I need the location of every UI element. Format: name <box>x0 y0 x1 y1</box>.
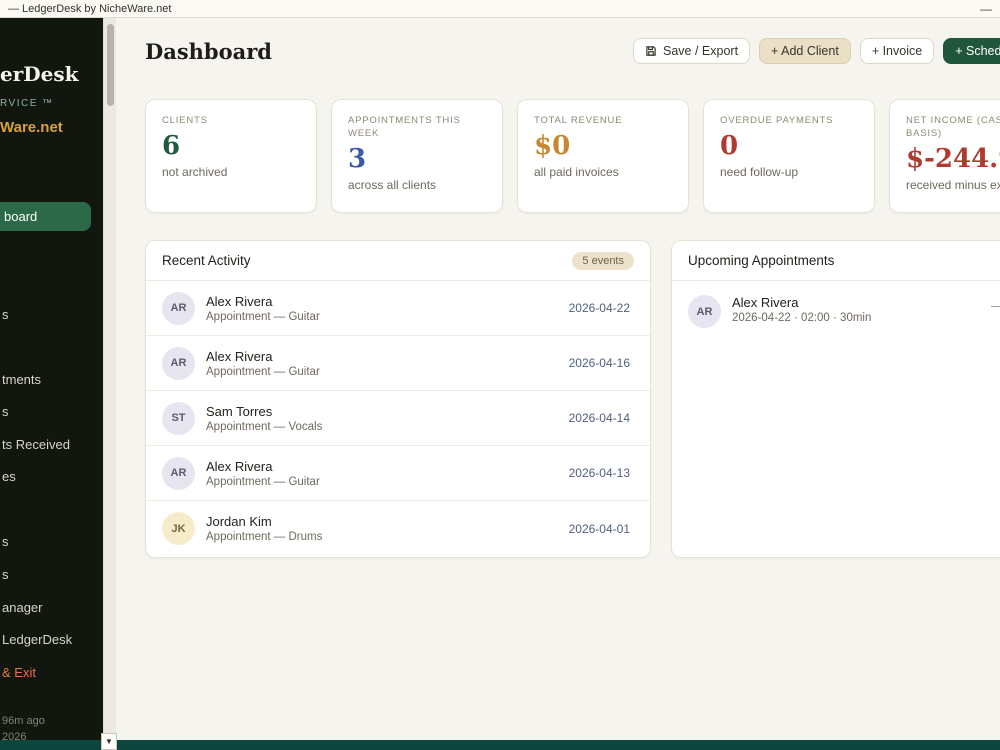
activity-name: Alex Rivera <box>206 348 273 364</box>
stat-label: CLIENTS <box>162 115 208 126</box>
sidebar-item-about-ledgerdesk[interactable]: LedgerDesk <box>2 632 72 648</box>
activity-row[interactable]: AR Alex Rivera Appointment — Guitar 2026… <box>146 446 650 501</box>
appointment-detail: 2026-04-22 · 02:00 · 30min <box>732 312 872 324</box>
avatar: AR <box>162 291 195 325</box>
stat-card-clients: CLIENTS 6 not archived <box>145 99 317 213</box>
appointment-info: Alex Rivera 2026-04-22 · 02:00 · 30min <box>732 295 871 324</box>
panel-title: Recent Activity <box>162 253 251 268</box>
app-tagline: RVICE ™ <box>0 98 54 109</box>
activity-name: Sam Torres <box>206 403 273 419</box>
activity-date: 2026-04-13 <box>568 466 630 480</box>
activity-detail: Appointment — Drums <box>206 531 323 543</box>
events-count-badge: 5 events <box>572 251 634 270</box>
activity-row[interactable]: AR Alex Rivera Appointment — Guitar 2026… <box>146 281 650 336</box>
page-title: Dashboard <box>145 39 272 64</box>
stat-value: $-244.99 <box>906 144 1000 174</box>
stat-sub: need follow-up <box>720 165 799 179</box>
stat-sub: all paid invoices <box>534 165 619 179</box>
stat-label: TOTAL REVENUE <box>534 115 623 126</box>
recent-activity-header: Recent Activity 5 events <box>146 241 650 281</box>
activity-date: 2026-04-22 <box>568 301 630 315</box>
upcoming-appointments-panel: Upcoming Appointments AR Alex Rivera 202… <box>671 240 1000 558</box>
stat-card-total-revenue: TOTAL REVENUE $0 all paid invoices <box>517 99 689 213</box>
sidebar-item-clients[interactable]: s <box>2 307 9 323</box>
activity-info: Alex Rivera Appointment — Guitar <box>206 349 320 378</box>
sidebar-item-expenses[interactable]: es <box>2 469 16 485</box>
window-title: — LedgerDesk by NicheWare.net <box>8 2 172 15</box>
stat-card-appointments-week: APPOINTMENTS THIS WEEK 3 across all clie… <box>331 99 503 213</box>
activity-info: Sam Torres Appointment — Vocals <box>206 404 322 433</box>
stat-cards: CLIENTS 6 not archived APPOINTMENTS THIS… <box>145 99 1000 213</box>
appointment-row[interactable]: AR Alex Rivera 2026-04-22 · 02:00 · 30mi… <box>672 281 1000 342</box>
stat-value: 6 <box>162 131 181 161</box>
stat-value: 0 <box>720 131 739 161</box>
activity-row[interactable]: ST Sam Torres Appointment — Vocals 2026-… <box>146 391 650 446</box>
activity-date: 2026-04-01 <box>568 521 630 536</box>
panel-title: Upcoming Appointments <box>688 253 835 268</box>
app-window: — LedgerDesk by NicheWare.net — erDesk R… <box>0 0 1000 750</box>
save-export-button[interactable]: Save / Export <box>633 38 751 64</box>
activity-name: Jordan Kim <box>206 514 272 529</box>
stat-sub: received minus expenses <box>906 178 1000 192</box>
vertical-scrollbar-thumb[interactable] <box>107 24 114 106</box>
activity-name: Alex Rivera <box>206 293 273 309</box>
chevron-down-icon: ▼ <box>105 737 113 746</box>
sidebar-item-reports[interactable]: s <box>2 534 9 550</box>
toolbar: Save / Export + Add Client + Invoice + S… <box>633 38 1000 64</box>
stat-sub: across all clients <box>348 178 437 192</box>
brand-name: Ware.net <box>0 119 63 136</box>
activity-row[interactable]: JK Jordan Kim Appointment — Drums 2026-0… <box>146 501 650 556</box>
stat-value: $0 <box>534 131 571 161</box>
activity-detail: Appointment — Vocals <box>206 420 323 433</box>
stat-label: OVERDUE PAYMENTS <box>720 115 834 126</box>
activity-date: 2026-04-16 <box>568 356 630 370</box>
app-logo: erDesk <box>0 62 79 86</box>
sidebar-save-status: 96m ago <box>2 715 45 727</box>
scroll-down-button[interactable]: ▼ <box>101 733 117 750</box>
sidebar: erDesk RVICE ™ Ware.net board s tments s… <box>0 18 103 740</box>
stat-label: APPOINTMENTS THIS WEEK <box>348 115 461 139</box>
sidebar-item-invoices[interactable]: s <box>2 404 9 420</box>
sidebar-item-manager[interactable]: anager <box>2 600 42 616</box>
activity-detail: Appointment — Guitar <box>206 475 320 488</box>
activity-info: Jordan Kim Appointment — Drums <box>206 514 322 543</box>
invoice-button[interactable]: + Invoice <box>859 38 935 64</box>
appointment-name: Alex Rivera <box>732 295 799 310</box>
sidebar-item-appointments[interactable]: tments <box>2 372 41 388</box>
schedule-appt-button[interactable]: + Schedule Appt <box>943 38 1000 64</box>
activity-info: Alex Rivera Appointment — Guitar <box>206 459 320 488</box>
avatar: AR <box>162 456 195 490</box>
stat-card-net-income: NET INCOME (CASH BASIS) $-244.99 receive… <box>889 99 1000 213</box>
sidebar-item-payments-received[interactable]: ts Received <box>2 437 70 453</box>
stat-sub: not archived <box>162 165 228 179</box>
avatar: AR <box>688 295 721 328</box>
window-titlebar: — LedgerDesk by NicheWare.net — <box>0 0 1000 18</box>
minimize-button[interactable]: — <box>980 2 992 16</box>
activity-detail: Appointment — Guitar <box>206 365 320 378</box>
activity-info: Alex Rivera Appointment — Guitar <box>206 294 320 323</box>
avatar: JK <box>162 512 195 545</box>
recent-activity-panel: Recent Activity 5 events AR Alex Rivera … <box>145 240 651 558</box>
activity-row[interactable]: AR Alex Rivera Appointment — Guitar 2026… <box>146 336 650 391</box>
sidebar-item-dashboard[interactable]: board <box>0 202 91 231</box>
activity-detail: Appointment — Guitar <box>206 310 320 323</box>
add-client-button[interactable]: + Add Client <box>759 38 851 64</box>
stat-label: NET INCOME (CASH BASIS) <box>906 115 1000 139</box>
vertical-scrollbar-track[interactable] <box>103 18 116 734</box>
activity-date: 2026-04-14 <box>568 411 630 425</box>
save-icon <box>645 45 657 57</box>
save-export-label: Save / Export <box>663 44 739 58</box>
sidebar-item-settings[interactable]: s <box>2 567 9 583</box>
activity-name: Alex Rivera <box>206 458 273 474</box>
sidebar-date: 2026 <box>2 731 27 740</box>
upcoming-appointments-header: Upcoming Appointments <box>672 241 1000 281</box>
clipped-row-action[interactable]: — <box>991 298 1000 313</box>
horizontal-scrollbar[interactable] <box>0 740 1000 750</box>
sidebar-item-save-exit[interactable]: & Exit <box>2 665 36 681</box>
avatar: AR <box>162 346 195 380</box>
stat-value: 3 <box>348 144 367 174</box>
stat-card-overdue-payments: OVERDUE PAYMENTS 0 need follow-up <box>703 99 875 213</box>
avatar: ST <box>162 401 195 435</box>
